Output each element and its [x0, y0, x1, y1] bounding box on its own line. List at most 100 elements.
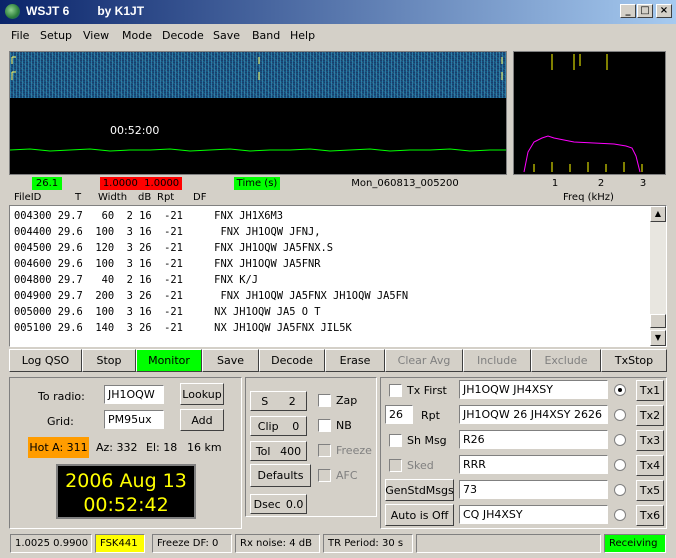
time-mode-indicator[interactable]: Time (s): [234, 177, 280, 190]
menu-setup[interactable]: Setup: [40, 29, 72, 42]
decode-line: 004500 29.6 120 3 26 -21 FNX JH1OQW JA5F…: [14, 242, 334, 254]
tx3-button[interactable]: Tx3: [636, 430, 664, 451]
txstop-button[interactable]: TxStop: [601, 349, 667, 372]
status-freq: 1.0025 0.9900: [10, 534, 92, 553]
tol-control[interactable]: Tol 400: [250, 441, 307, 461]
status-mode: FSK441: [95, 534, 145, 553]
title-bar: WSJT 6 by K1JT _ □ ×: [0, 0, 676, 24]
decode-line: 004800 29.7 40 2 16 -21 FNX K/J: [14, 274, 258, 286]
window-title: WSJT 6: [26, 4, 70, 18]
tx2-radio[interactable]: [614, 409, 626, 421]
decode-line: 005000 29.6 100 3 16 -21 NX JH1OQW JA5 O…: [14, 306, 321, 318]
decode-line: 004300 29.7 60 2 16 -21 FNX JH1X6M3: [14, 210, 283, 222]
zap-checkbox[interactable]: [318, 394, 331, 407]
status-receiving: Receiving: [604, 534, 666, 553]
close-button[interactable]: ×: [656, 4, 672, 18]
gen-std-msgs-button[interactable]: GenStdMsgs: [385, 479, 454, 501]
tx3-message-input[interactable]: R26: [459, 430, 608, 449]
col-df: DF: [193, 192, 207, 203]
scroll-down-icon[interactable]: ▼: [650, 330, 666, 346]
ratio-values: 1.0000 1.0000: [100, 177, 182, 190]
save-button[interactable]: Save: [202, 349, 259, 372]
utc-clock: 2006 Aug 13 00:52:42: [56, 464, 196, 519]
nb-label: NB: [336, 419, 352, 432]
freeze-label: Freeze: [336, 444, 372, 457]
monitor-button[interactable]: Monitor: [136, 349, 202, 372]
tx1-button[interactable]: Tx1: [636, 380, 664, 401]
exclude-button[interactable]: Exclude: [531, 349, 601, 372]
col-t: T: [75, 192, 82, 203]
tx5-message-input[interactable]: 73: [459, 480, 608, 499]
status-freeze-df: Freeze DF: 0: [152, 534, 232, 553]
scroll-thumb[interactable]: [650, 314, 666, 328]
to-radio-input[interactable]: JH1OQW: [104, 385, 164, 404]
dsec-control[interactable]: Dsec 0.0: [250, 494, 307, 514]
rpt-label: Rpt: [421, 409, 440, 422]
sh-msg-checkbox[interactable]: [389, 434, 402, 447]
defaults-button[interactable]: Defaults: [250, 464, 311, 487]
tx6-button[interactable]: Tx6: [636, 505, 664, 526]
scroll-up-icon[interactable]: ▲: [650, 206, 666, 222]
tx4-radio[interactable]: [614, 459, 626, 471]
decoded-text-area[interactable]: 004300 29.7 60 2 16 -21 FNX JH1X6M3 0044…: [9, 205, 667, 347]
tx2-button[interactable]: Tx2: [636, 405, 664, 426]
stop-button[interactable]: Stop: [82, 349, 136, 372]
waterfall-display[interactable]: 00:52:00: [9, 51, 507, 175]
tx6-radio[interactable]: [614, 509, 626, 521]
menu-help[interactable]: Help: [290, 29, 315, 42]
log-qso-button[interactable]: Log QSO: [9, 349, 82, 372]
include-button[interactable]: Include: [463, 349, 531, 372]
vertical-scrollbar[interactable]: ▲ ▼: [650, 206, 666, 346]
tx6-message-input[interactable]: CQ JH4XSY: [459, 505, 608, 524]
tx1-radio[interactable]: [614, 384, 626, 396]
clock-date: 2006 Aug 13: [65, 470, 187, 492]
tx5-button[interactable]: Tx5: [636, 480, 664, 501]
menu-decode[interactable]: Decode: [162, 29, 204, 42]
menu-view[interactable]: View: [83, 29, 109, 42]
sked-checkbox[interactable]: [389, 459, 402, 472]
spectrum-display[interactable]: [513, 51, 666, 175]
col-fileid: FileID: [14, 192, 42, 203]
rpt-input[interactable]: 26: [385, 405, 413, 424]
tx1-message-input[interactable]: JH1OQW JH4XSY: [459, 380, 608, 399]
clip-control[interactable]: Clip 0: [250, 416, 307, 436]
col-rpt: Rpt: [157, 192, 175, 203]
clear-avg-button[interactable]: Clear Avg: [385, 349, 463, 372]
freq-tick-3: 3: [639, 178, 647, 189]
freeze-checkbox[interactable]: [318, 444, 331, 457]
lookup-button[interactable]: Lookup: [180, 383, 224, 405]
zap-label: Zap: [336, 394, 358, 407]
azimuth-label: Az: 332: [96, 441, 138, 454]
afc-checkbox[interactable]: [318, 469, 331, 482]
tx2-message-input[interactable]: JH1OQW 26 JH4XSY 2626: [459, 405, 608, 424]
minimize-button[interactable]: _: [620, 4, 636, 18]
erase-button[interactable]: Erase: [325, 349, 385, 372]
decode-line: 005100 29.6 140 3 26 -21 NX JH1OQW JA5FN…: [14, 322, 352, 334]
menu-file[interactable]: File: [11, 29, 29, 42]
sync-value: 26.1: [32, 177, 62, 190]
clock-time: 00:52:42: [83, 494, 169, 516]
nb-checkbox[interactable]: [318, 419, 331, 432]
tx-first-checkbox[interactable]: [389, 384, 402, 397]
status-spacer: [416, 534, 601, 553]
s-control[interactable]: S2: [250, 391, 307, 411]
waterfall-markers: [11, 56, 503, 80]
tx4-button[interactable]: Tx4: [636, 455, 664, 476]
tx5-radio[interactable]: [614, 484, 626, 496]
auto-is-off-button[interactable]: Auto is Off: [385, 504, 454, 526]
tx3-radio[interactable]: [614, 434, 626, 446]
waterfall-signal-trace: [10, 148, 506, 152]
maximize-button[interactable]: □: [637, 4, 653, 18]
tx-first-label: Tx First: [407, 384, 447, 397]
grid-input[interactable]: PM95ux: [104, 410, 164, 429]
col-db: dB: [138, 192, 152, 203]
to-radio-label: To radio:: [38, 390, 85, 403]
tx4-message-input[interactable]: RRR: [459, 455, 608, 474]
menu-save[interactable]: Save: [213, 29, 240, 42]
menu-mode[interactable]: Mode: [122, 29, 152, 42]
add-button[interactable]: Add: [180, 409, 224, 431]
freq-unit-label: Freq (kHz): [563, 192, 614, 203]
sh-msg-label: Sh Msg: [407, 434, 447, 447]
decode-button[interactable]: Decode: [259, 349, 325, 372]
menu-band[interactable]: Band: [252, 29, 280, 42]
